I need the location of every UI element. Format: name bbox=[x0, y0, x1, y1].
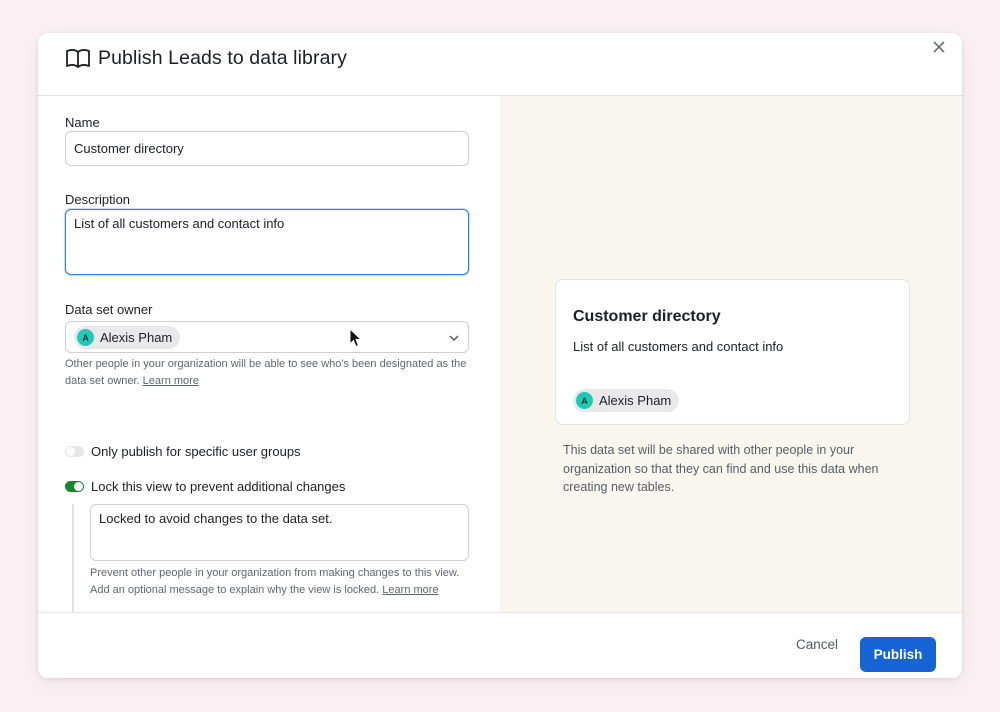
cancel-button[interactable]: Cancel bbox=[796, 637, 838, 652]
chevron-down-icon[interactable] bbox=[448, 332, 460, 344]
dialog-footer: Cancel Publish bbox=[38, 612, 962, 678]
owner-name: Alexis Pham bbox=[100, 330, 173, 345]
preview-card: Customer directory List of all customers… bbox=[555, 279, 910, 425]
owner-help-body: Other people in your organization will b… bbox=[65, 358, 467, 387]
lock-message-textarea[interactable]: Locked to avoid changes to the data set. bbox=[90, 504, 469, 561]
form-panel: Name Customer directory Description List… bbox=[38, 96, 500, 614]
lock-view-toggle[interactable] bbox=[65, 481, 84, 492]
lock-view-label: Lock this view to prevent additional cha… bbox=[91, 479, 346, 494]
mouse-cursor-icon bbox=[349, 328, 362, 348]
publish-dialog: Publish Leads to data library Name Custo… bbox=[38, 33, 962, 678]
dialog-title: Publish Leads to data library bbox=[98, 47, 347, 69]
specific-groups-label: Only publish for specific user groups bbox=[91, 444, 301, 459]
description-label: Description bbox=[65, 192, 131, 207]
owner-learn-more-link[interactable]: Learn more bbox=[143, 375, 199, 387]
preview-panel: Customer directory List of all customers… bbox=[500, 96, 962, 612]
lock-learn-more-link[interactable]: Learn more bbox=[382, 584, 438, 596]
owner-help-text: Other people in your organization will b… bbox=[65, 356, 475, 390]
preview-owner-name: Alexis Pham bbox=[599, 393, 672, 408]
avatar: A bbox=[576, 392, 593, 409]
preview-title: Customer directory bbox=[573, 308, 721, 325]
specific-groups-toggle[interactable] bbox=[65, 446, 84, 457]
description-textarea[interactable]: List of all customers and contact info bbox=[65, 209, 469, 275]
close-icon[interactable] bbox=[931, 39, 947, 55]
owner-chip: A Alexis Pham bbox=[74, 326, 181, 349]
book-icon bbox=[66, 49, 90, 68]
owner-label: Data set owner bbox=[65, 302, 153, 317]
name-label: Name bbox=[65, 115, 100, 130]
owner-select[interactable]: A Alexis Pham bbox=[65, 321, 469, 353]
publish-button[interactable]: Publish bbox=[860, 637, 936, 672]
name-input[interactable]: Customer directory bbox=[65, 131, 469, 166]
indent-divider bbox=[72, 504, 74, 614]
preview-owner-chip: A Alexis Pham bbox=[573, 389, 680, 412]
lock-help-text: Prevent other people in your organizatio… bbox=[90, 565, 462, 599]
dialog-header: Publish Leads to data library bbox=[38, 33, 962, 96]
preview-description: List of all customers and contact info bbox=[573, 339, 784, 354]
share-note: This data set will be shared with other … bbox=[563, 443, 879, 494]
avatar: A bbox=[77, 329, 94, 346]
